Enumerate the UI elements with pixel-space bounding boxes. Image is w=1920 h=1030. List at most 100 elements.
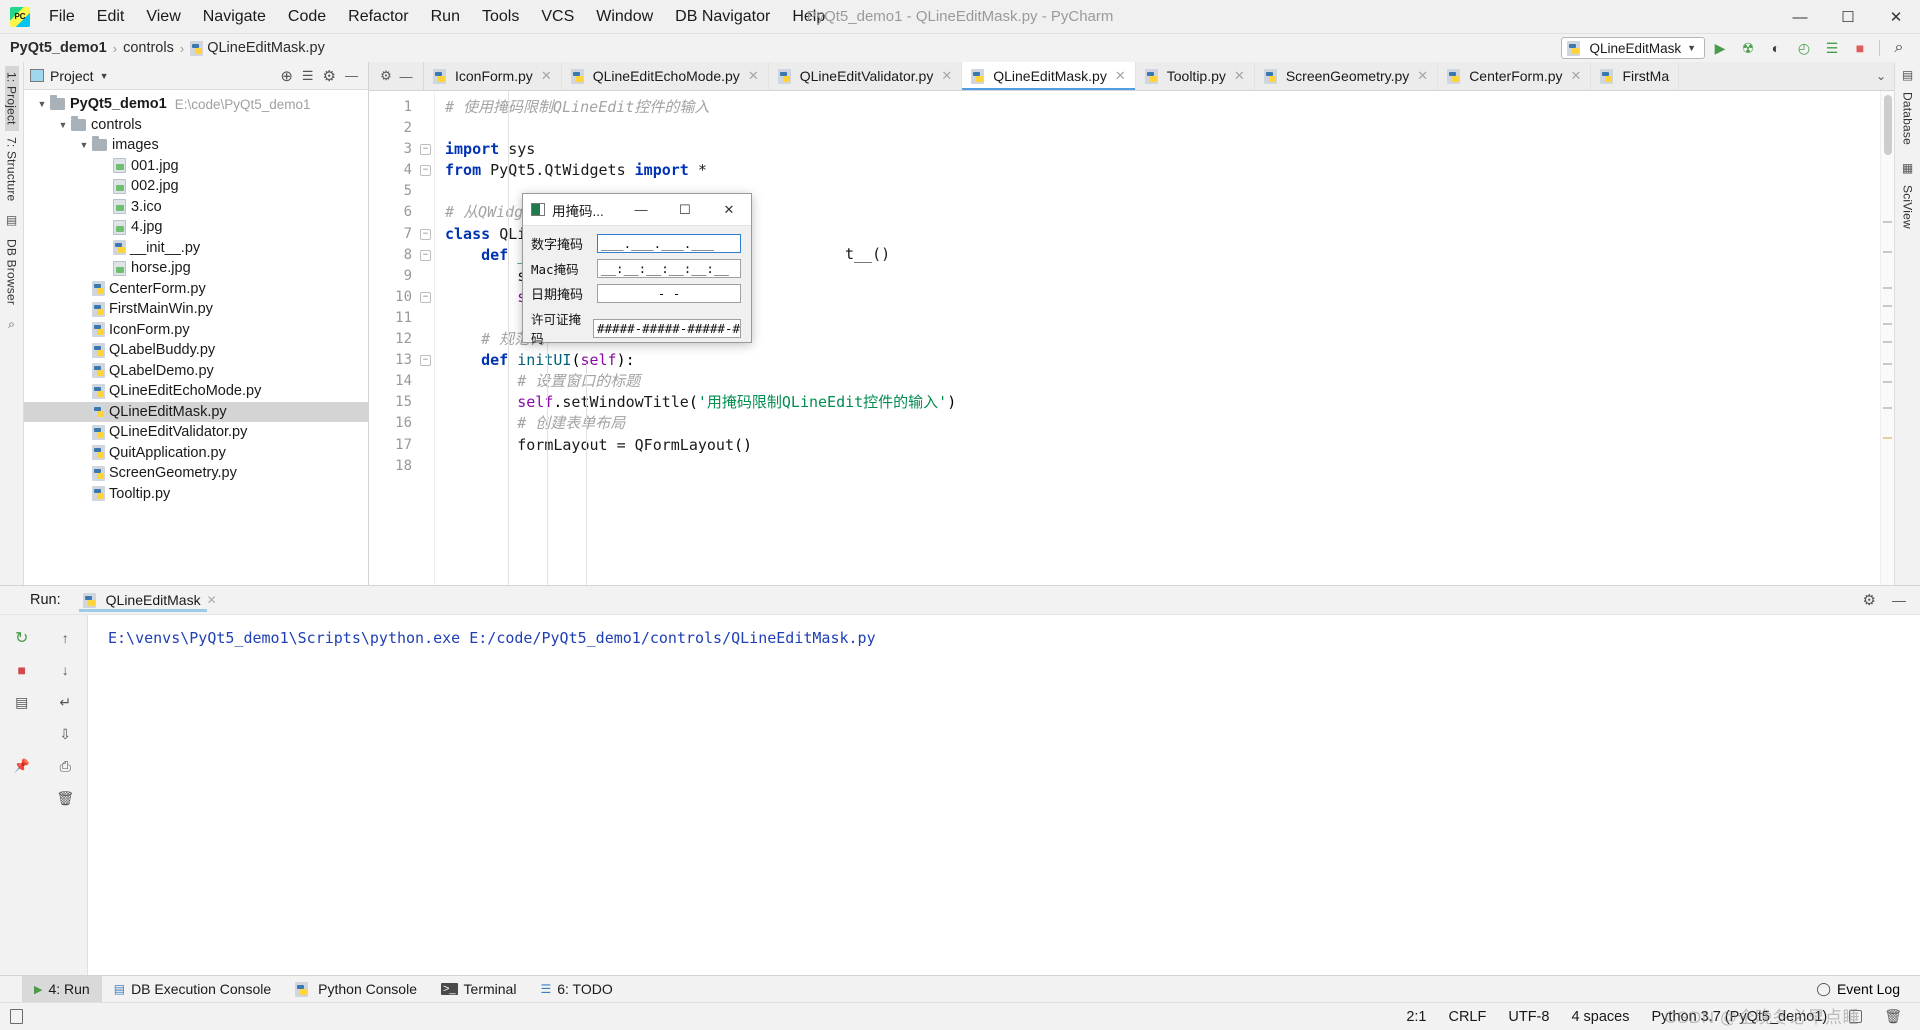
code-line[interactable]: # 创建表单布局 (445, 413, 1880, 434)
editor-tab-centerform-py[interactable]: CenterForm.py ✕ (1438, 62, 1592, 90)
qt-input-digit-mask[interactable]: ___.___.___.___ (597, 234, 741, 253)
menu-item-tools[interactable]: Tools (471, 4, 530, 30)
tree-item[interactable]: Tooltip.py (24, 484, 368, 505)
event-log-button[interactable]: ◯ Event Log (1816, 981, 1920, 997)
file-encoding[interactable]: UTF-8 (1508, 1009, 1549, 1025)
code-line[interactable]: def initUI(self): (445, 350, 1880, 371)
run-configuration-selector[interactable]: QLineEditMask ▼ (1560, 37, 1705, 59)
gutter-line-number[interactable]: 6 (369, 202, 434, 223)
run-panel-tab-close-icon[interactable]: ✕ (207, 593, 217, 607)
gutter-line-number[interactable]: 12 (369, 329, 434, 350)
gutter-line-number[interactable]: 14 (369, 371, 434, 392)
code-line[interactable] (445, 456, 1880, 477)
menu-item-run[interactable]: Run (420, 4, 471, 30)
breadcrumb-item-controls[interactable]: controls (123, 40, 174, 56)
debug-button[interactable]: ☢ (1735, 36, 1761, 60)
editor-tab-screengeometry-py[interactable]: ScreenGeometry.py ✕ (1255, 62, 1439, 90)
tree-item[interactable]: 002.jpg (24, 176, 368, 197)
tree-item[interactable]: QLineEditMask.py (24, 401, 368, 422)
code-line[interactable]: formLayout = QFormLayout() (445, 435, 1880, 456)
gutter-line-number[interactable]: 4− (369, 160, 434, 181)
scroll-up-button[interactable]: ↑ (44, 623, 88, 653)
run-tests-button[interactable]: ☰ (1819, 36, 1845, 60)
lock-icon[interactable] (1849, 1010, 1863, 1023)
editor-tab-close-icon[interactable]: ✕ (1234, 68, 1245, 84)
gutter-line-number[interactable]: 7− (369, 224, 434, 245)
status-tab-terminal[interactable]: >_ Terminal (429, 976, 528, 1002)
status-tab-python-console[interactable]: Python Console (283, 976, 429, 1002)
gutter-line-number[interactable]: 11 (369, 308, 434, 329)
tree-item[interactable]: QLabelDemo.py (24, 361, 368, 382)
trash-icon[interactable]: 🗑 (1884, 1008, 1902, 1025)
editor-hide-icon[interactable]: — (397, 69, 415, 84)
tree-expand-arrow-icon[interactable]: ▼ (55, 120, 71, 130)
tree-item[interactable]: ▼ images (24, 135, 368, 156)
code-line[interactable] (445, 118, 1880, 139)
tree-item[interactable]: ▼ PyQt5_demo1 E:\code\PyQt5_demo1 (24, 94, 368, 115)
window-maximize-button[interactable]: ☐ (1824, 0, 1872, 34)
menu-item-help[interactable]: Help (781, 4, 836, 30)
menu-item-code[interactable]: Code (277, 4, 337, 30)
profile-button[interactable]: ◴ (1791, 36, 1817, 60)
tree-item[interactable]: FirstMainWin.py (24, 299, 368, 320)
collapse-all-icon[interactable]: ☰ (302, 68, 314, 84)
editor-tab-iconform-py[interactable]: IconForm.py ✕ (424, 62, 562, 90)
code-line[interactable]: # 使用掩码限制QLineEdit控件的输入 (445, 97, 1880, 118)
gutter-line-number[interactable]: 2 (369, 118, 434, 139)
settings-gear-icon[interactable]: ⚙ (323, 67, 336, 85)
code-fold-icon[interactable]: − (420, 144, 431, 156)
tool-window-database[interactable]: Database (1901, 86, 1915, 151)
editor-tab-qlineeditmask-py[interactable]: QLineEditMask.py ✕ (962, 62, 1136, 90)
stop-button[interactable]: ■ (1847, 36, 1873, 60)
tree-item[interactable]: QuitApplication.py (24, 443, 368, 464)
status-tab-db-console[interactable]: ▤ DB Execution Console (102, 976, 283, 1002)
magnifier-icon[interactable]: ⌕ (8, 317, 15, 332)
tree-item[interactable]: QLabelBuddy.py (24, 340, 368, 361)
run-with-coverage-button[interactable]: ◐ (1763, 36, 1789, 60)
run-panel-hide-icon[interactable]: — (1892, 592, 1906, 608)
gutter-line-number[interactable]: 3− (369, 139, 434, 160)
layout-button[interactable]: ▤ (0, 687, 44, 717)
gutter-line-number[interactable]: 13− (369, 350, 434, 371)
window-close-button[interactable]: ✕ (1872, 0, 1920, 34)
menu-item-window[interactable]: Window (585, 4, 664, 30)
run-panel-tab[interactable]: QLineEditMask ✕ (75, 589, 225, 612)
menu-item-refactor[interactable]: Refactor (337, 4, 419, 30)
breadcrumb-item-project[interactable]: PyQt5_demo1 (10, 40, 107, 56)
print-button[interactable]: ⎙ (44, 751, 88, 781)
editor-tab-close-icon[interactable]: ✕ (748, 68, 759, 84)
code-fold-icon[interactable]: − (420, 165, 431, 177)
python-interpreter[interactable]: Python 3.7 (PyQt5_demo1) (1652, 1009, 1828, 1025)
tool-window-sciview[interactable]: SciView (1901, 179, 1915, 235)
editor-tab-tooltip-py[interactable]: Tooltip.py ✕ (1136, 62, 1255, 90)
soft-wrap-button[interactable]: ↵ (44, 687, 88, 717)
menu-item-navigate[interactable]: Navigate (192, 4, 277, 30)
code-line[interactable]: self.setWindowTitle('用掩码限制QLineEdit控件的输入… (445, 392, 1880, 413)
tree-item[interactable]: ▼ controls (24, 115, 368, 136)
tree-item[interactable]: horse.jpg (24, 258, 368, 279)
tree-item[interactable]: CenterForm.py (24, 279, 368, 300)
rerun-button[interactable]: ↻ (0, 623, 44, 653)
tab-overflow-icon[interactable]: ⌄ (1868, 62, 1894, 90)
tool-window-db-browser[interactable]: DB Browser (5, 233, 19, 311)
editor-scrollbar-thumb[interactable] (1884, 95, 1892, 155)
editor-tab-close-icon[interactable]: ✕ (1115, 68, 1126, 84)
stop-button[interactable]: ■ (0, 655, 44, 685)
tree-expand-arrow-icon[interactable]: ▼ (34, 99, 50, 109)
tool-window-structure[interactable]: 7: Structure (5, 131, 19, 207)
tree-item[interactable]: 001.jpg (24, 156, 368, 177)
code-line[interactable]: # 设置窗口的标题 (445, 371, 1880, 392)
gutter-line-number[interactable]: 18 (369, 456, 434, 477)
window-minimize-button[interactable]: — (1776, 0, 1824, 34)
indent-setting[interactable]: 4 spaces (1571, 1009, 1629, 1025)
code-fold-icon[interactable]: − (420, 228, 431, 240)
editor-tab-close-icon[interactable]: ✕ (1571, 68, 1582, 84)
tree-item[interactable]: IconForm.py (24, 320, 368, 341)
code-line[interactable]: from PyQt5.QtWidgets import * (445, 160, 1880, 181)
line-separator[interactable]: CRLF (1448, 1009, 1486, 1025)
editor-tab-close-icon[interactable]: ✕ (1417, 68, 1428, 84)
scroll-down-button[interactable]: ↓ (44, 655, 88, 685)
gutter-line-number[interactable]: 5 (369, 181, 434, 202)
menu-item-db-navigator[interactable]: DB Navigator (664, 4, 781, 30)
chevron-down-icon[interactable]: ▼ (100, 71, 109, 81)
